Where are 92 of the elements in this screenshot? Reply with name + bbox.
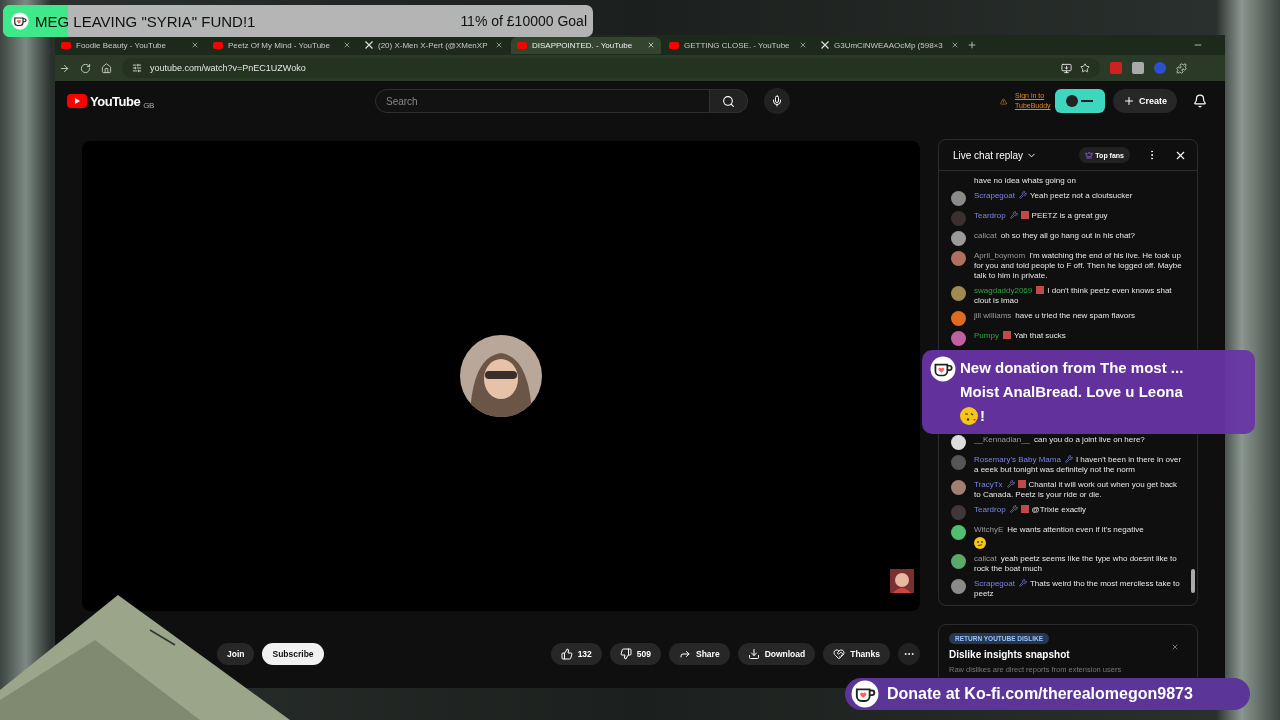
chat-message: jill williams have u tried the new spam flavors [974,310,1136,321]
thanks-button[interactable]: Thanks [823,643,890,665]
user-avatar [951,285,966,301]
new-tab-icon[interactable] [967,40,977,50]
youtube-icon [61,41,71,49]
share-button[interactable]: Share [669,643,730,665]
user-avatar [951,479,966,495]
user-avatar [951,330,966,346]
search-field[interactable]: Search [375,89,710,113]
ko-fi-cup-icon [851,680,879,708]
ko-fi-cup-icon [930,356,956,382]
crown-icon [1085,151,1094,159]
logo-text: YouTube [90,93,141,109]
thumbs-down-icon [619,648,632,660]
alert-text: ! [980,406,985,426]
user-avatar [951,230,966,246]
search-icon [722,94,735,108]
site-settings-icon[interactable] [132,63,142,73]
tubebuddy-logo-icon [1066,95,1094,107]
bookmark-icon[interactable] [1080,63,1090,73]
user-avatar [951,504,966,520]
browser-tab[interactable]: Foodie Beauty - YouTube [55,36,205,54]
chat-message: __Kennadian__ can you do a joint live on here? [974,434,1146,445]
microphone-button[interactable] [764,88,790,114]
notifications-icon[interactable] [1193,94,1207,108]
address-bar[interactable]: youtube.com/watch?v=PnEC1UZWoko [122,58,1100,78]
more-button[interactable] [898,643,920,665]
user-avatar [951,190,966,206]
search-button[interactable] [710,89,748,113]
alert-text: Moist AnalBread. Love u Leona [960,382,1184,402]
chat-message: April_boymom I'm watching the end of his live. He took up for you and told people to F off. Then he logged off. Maybe talk to him in private. [974,250,1183,281]
browser-tab[interactable]: GETTING CLOSE. - YouTube [663,36,813,54]
chat-message: WitchyE He wants attention even if it's negative [974,524,1183,549]
like-button[interactable]: 132 [550,643,602,665]
plus-icon [1123,95,1135,107]
download-icon [747,648,760,660]
reload-icon[interactable] [80,62,91,74]
browser-tab[interactable]: Peetz Of My Mind - YouTube [207,36,357,54]
chat-message: Pumpy Yah that sucks [974,330,1067,341]
youtube-icon [669,41,679,49]
user-avatar [951,524,966,540]
home-icon[interactable] [101,62,112,74]
extensions-icon[interactable] [1176,62,1187,74]
alert-text: New donation from The most ... [960,358,1184,378]
chat-message: have no idea whats going on [973,175,1077,186]
region-label: GB [143,100,154,110]
warning-icon [1000,97,1007,105]
user-avatar [951,434,966,450]
user-avatar [951,310,966,326]
chat-message: Teardrop @Trixie exactly [974,504,1088,515]
join-button[interactable]: Join [217,643,255,665]
create-button[interactable]: Create [1113,89,1177,113]
chat-message: Scrapegoat Yeah peetz not a cloutsucker [974,190,1134,201]
tubebuddy-button[interactable] [1055,89,1105,113]
download-button[interactable]: Download [737,643,816,665]
x-logo-icon [821,41,829,49]
forward-icon[interactable] [59,62,70,74]
install-icon[interactable] [1061,62,1072,74]
chat-message: calicat yeah peetz seems like the type who doesnt like to rock the boat much [974,553,1178,574]
close-icon [1171,643,1179,651]
chat-message: calicat oh so they all go hang out in his chat? [974,230,1136,241]
chat-message: Scrapegoat Thats weird tho the most merciless take to peetz [974,578,1181,599]
user-avatar [951,553,966,569]
browser-tab[interactable]: G3UmCiNWEAAOcMp (598×3 [815,36,965,54]
goal-progress: 11% of £10000 Goal [460,13,587,29]
kiss-face-icon [960,407,978,425]
subscribe-button[interactable]: Subscribe [262,643,324,665]
chat-mode-dropdown[interactable]: Live chat replay [953,149,1074,161]
donate-text: Donate at Ko-fi.com/therealomegon9873 [887,685,1193,703]
user-avatar [951,210,966,226]
extension-icon[interactable] [1132,62,1144,74]
x-logo-icon [365,41,373,49]
chat-message: Rosemary's Baby Mama I haven't been in there in over a eeek but tonight was definitely not the norm [974,454,1183,475]
user-avatar [951,578,966,594]
microphone-icon [771,95,783,107]
goal-title: MEG LEAVING "SYRIA" FUND!1 [35,12,257,30]
browser-tab[interactable]: DISAPPOINTED. - YouTube [511,36,661,54]
youtube-icon [517,41,527,49]
chat-message: Teardrop PEETZ is a great guy [974,210,1109,221]
browser-tab[interactable]: (20) X-Men X-Pert (@XMenXP [359,36,509,54]
user-avatar [951,250,966,266]
share-icon [679,648,691,660]
user-avatar [951,454,966,470]
chat-message: swagdaddy2069 I don't think peetz even knows shat clout is lmao [974,285,1173,306]
scrollbar[interactable] [1191,569,1195,593]
youtube-icon [213,41,223,49]
play-logo-icon [67,94,87,108]
card-title: Dislike insights snapshot [949,649,1071,660]
ko-fi-cup-icon [11,12,29,30]
dislike-button[interactable]: 509 [609,643,661,665]
chat-message: TracyTx Chantal it will work out when you get back to Canada. Peetz is your ride or die. [974,479,1179,500]
thumbs-up-icon [560,648,573,660]
